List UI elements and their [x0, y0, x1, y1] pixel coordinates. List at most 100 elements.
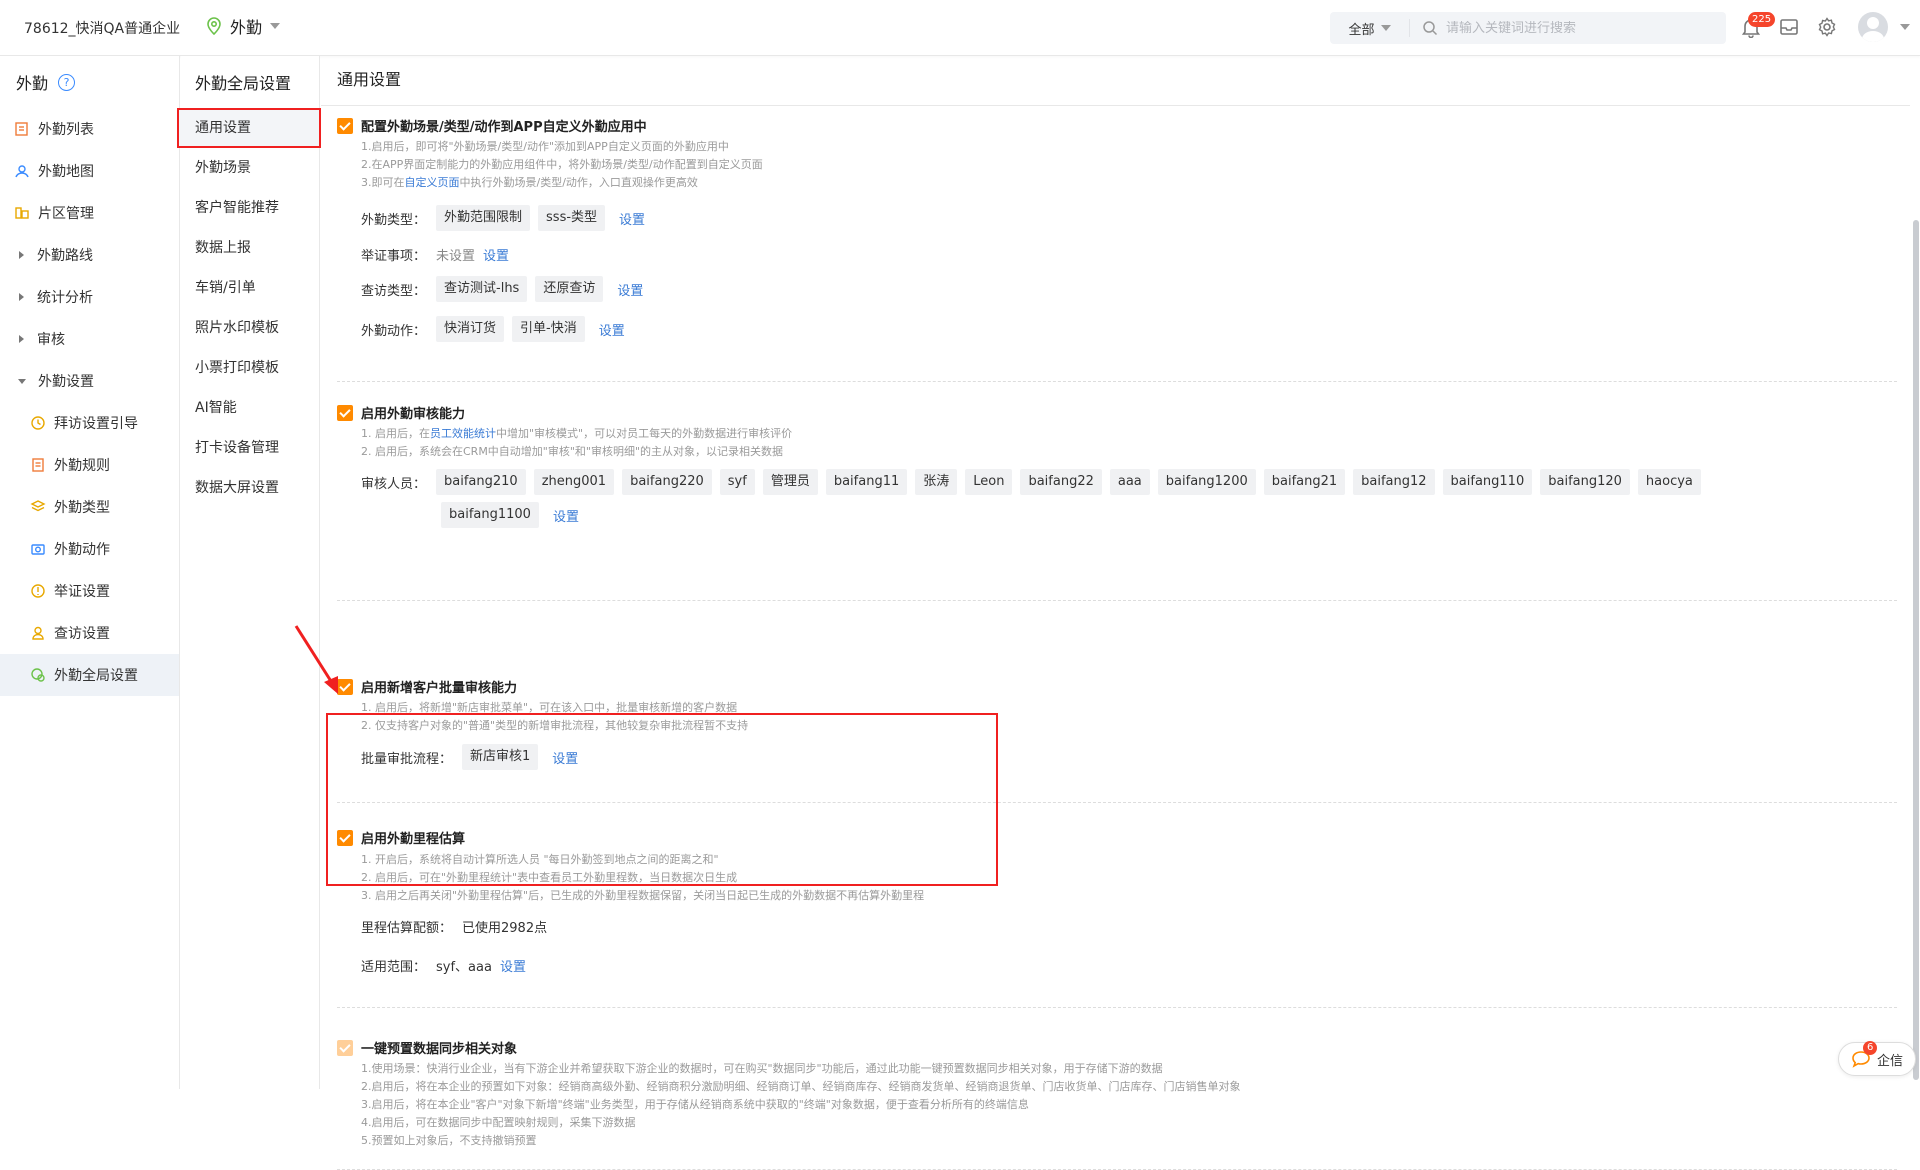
nav-item-statistics[interactable]: 统计分析 — [0, 276, 179, 318]
desc-line: 1. 启用后，在员工效能统计中增加"审核模式"，可以对员工每天的外勤数据进行审核… — [361, 427, 793, 440]
nav-item-review[interactable]: 审核 — [0, 318, 179, 360]
desc-line: 3.启用后，将在本企业"客户"对象下新增"终端"业务类型，用于存储从经销商系统中… — [361, 1098, 1029, 1111]
notification-bell[interactable]: 225 — [1738, 12, 1776, 40]
desc-line: 1.使用场景：快消行业企业，当有下游企业并希望获取下游企业的数据时，可在购买"数… — [361, 1062, 1163, 1075]
sub-nav-item-ai[interactable]: AI智能 — [181, 388, 319, 428]
scope-set-link[interactable]: 设置 — [500, 956, 526, 975]
reviewer-tag: baifang220 — [622, 469, 712, 495]
tag: 外勤范围限制 — [436, 205, 531, 231]
desc-line: 1.启用后，即可将"外勤场景/类型/动作"添加到APP自定义页面的外勤应用中 — [361, 140, 729, 153]
sub-nav-item-scenes[interactable]: 外勤场景 — [181, 148, 319, 188]
list-icon — [15, 122, 28, 136]
staff-efficiency-link[interactable]: 员工效能统计 — [430, 427, 496, 440]
reviewer-tag: aaa — [1109, 469, 1150, 495]
desc-line: 3.即可在自定义页面中执行外勤场景/类型/动作，入口直观操作更高效 — [361, 176, 698, 189]
nav-item-evidence-settings[interactable]: 举证设置 — [0, 570, 179, 612]
reviewer-tag: 管理员 — [762, 469, 818, 495]
scope-label: 适用范围： — [361, 960, 427, 975]
nav-item-inspection-settings[interactable]: 查访设置 — [0, 612, 179, 654]
search-icon[interactable] — [1422, 20, 1438, 36]
section-title: 一键预置数据同步相关对象 — [361, 1042, 518, 1057]
nav-item-field-settings[interactable]: 外勤设置 — [0, 360, 179, 402]
evidence-set-link[interactable]: 设置 — [483, 245, 509, 264]
reviewer-tag: baifang11 — [825, 469, 908, 495]
data-sync-checkbox[interactable] — [337, 1039, 353, 1056]
settings-button[interactable] — [1814, 14, 1840, 40]
reviewer-tag: haocya — [1637, 469, 1701, 495]
inbox-button[interactable] — [1776, 14, 1802, 40]
qixin-label: 企信 — [1876, 1053, 1903, 1069]
caret-right-icon — [19, 293, 24, 301]
nav-item-field-types[interactable]: 外勤类型 — [0, 486, 179, 528]
top-bar: 78612_快消QA普通企业 外勤 全部 225 — [0, 0, 1920, 56]
layers-icon — [30, 500, 46, 512]
reviewer-tag: syf — [719, 469, 755, 495]
tag: 快消订货 — [436, 316, 505, 342]
section-app-config: 配置外勤场景/类型/动作到APP自定义外勤应用中 1.启用后，即可将"外勤场景/… — [337, 110, 1897, 382]
sub-nav-item-data-report[interactable]: 数据上报 — [181, 228, 319, 268]
nav-item-field-map[interactable]: 外勤地图 — [0, 150, 179, 192]
evidence-icon — [31, 584, 45, 598]
scope-value: syf、aaa — [436, 960, 492, 975]
reviewer-list: 审核人员： baifang210 zheng001 baifang220 syf… — [337, 469, 1707, 528]
field-action-label: 外勤动作： — [361, 323, 427, 339]
search-input[interactable] — [1446, 20, 1706, 36]
caret-right-icon — [19, 335, 24, 343]
desc-line: 3. 启用之后再关闭"外勤里程估算"后，已生成的外勤里程数据保留，关闭当日起已生… — [361, 889, 925, 902]
clock-icon — [31, 416, 45, 430]
global-settings-icon — [31, 668, 45, 682]
nav-item-field-list[interactable]: 外勤列表 — [0, 108, 179, 150]
reviewer-tag: baifang1100 — [441, 502, 539, 528]
sub-nav: 外勤全局设置 通用设置 外勤场景 客户智能推荐 数据上报 车销/引单 照片水印模… — [177, 56, 321, 1089]
sub-nav-item-receipt-template[interactable]: 小票打印模板 — [181, 348, 319, 388]
main-panel: 通用设置 配置外勤场景/类型/动作到APP自定义外勤应用中 1.启用后，即可将"… — [321, 56, 1910, 1170]
reviewer-tag: baifang1200 — [1157, 469, 1256, 495]
sub-nav-item-dashboard[interactable]: 数据大屏设置 — [181, 468, 319, 508]
nav-item-global-settings[interactable]: 外勤全局设置 — [0, 654, 179, 696]
section-title: 启用新增客户批量审核能力 — [361, 681, 518, 696]
chevron-down-icon[interactable] — [1900, 24, 1910, 30]
quota-label: 里程估算配额： — [361, 921, 453, 936]
nav-item-field-route[interactable]: 外勤路线 — [0, 234, 179, 276]
section-title: 启用外勤审核能力 — [361, 407, 466, 422]
reviewer-tag: baifang12 — [1353, 469, 1435, 495]
app-switcher[interactable]: 外勤 — [206, 14, 281, 38]
reviewer-tag: Leon — [965, 469, 1013, 495]
desc-line: 2. 启用后，系统会在CRM中自动增加"审核"和"审核明细"的主从对象，以记录相… — [361, 445, 784, 458]
reviewer-tag: baifang21 — [1263, 469, 1346, 495]
field-action-set-link[interactable]: 设置 — [599, 320, 625, 339]
nav-item-visit-guide[interactable]: 拜访设置引导 — [0, 402, 179, 444]
tag: 查访测试-lhs — [436, 276, 528, 302]
help-icon[interactable]: ? — [58, 73, 76, 91]
app-name: 外勤 — [230, 18, 263, 37]
avatar[interactable] — [1858, 12, 1888, 42]
search-scope-select[interactable]: 全部 — [1330, 19, 1410, 38]
qixin-chat-button[interactable]: 6 企信 — [1838, 1041, 1916, 1076]
nav-item-area-management[interactable]: 片区管理 — [0, 192, 179, 234]
document-icon — [32, 458, 44, 472]
highlight-box — [326, 713, 998, 886]
caret-down-icon — [18, 378, 26, 384]
quota-value: 已使用2982点 — [462, 921, 548, 936]
sub-nav-item-clock-devices[interactable]: 打卡设备管理 — [181, 428, 319, 468]
user-icon — [32, 626, 44, 640]
sub-nav-item-van-sales[interactable]: 车销/引单 — [181, 268, 319, 308]
nav-item-field-rules[interactable]: 外勤规则 — [0, 444, 179, 486]
sub-nav-item-photo-watermark[interactable]: 照片水印模板 — [181, 308, 319, 348]
review-checkbox[interactable] — [337, 404, 353, 421]
reviewer-tag: zheng001 — [533, 469, 615, 495]
reviewer-set-link[interactable]: 设置 — [553, 506, 579, 525]
visit-type-set-link[interactable]: 设置 — [617, 280, 643, 299]
app-config-checkbox[interactable] — [337, 117, 353, 134]
sub-nav-item-general[interactable]: 通用设置 — [177, 108, 321, 148]
custom-page-link[interactable]: 自定义页面 — [405, 176, 460, 189]
scrollbar[interactable] — [1913, 220, 1919, 1080]
field-type-set-link[interactable]: 设置 — [619, 209, 645, 228]
company-name[interactable]: 78612_快消QA普通企业 — [24, 18, 180, 38]
reviewer-tag: baifang110 — [1442, 469, 1533, 495]
reviewer-tag: 张涛 — [915, 469, 958, 495]
sub-nav-item-customer-recommend[interactable]: 客户智能推荐 — [181, 188, 319, 228]
nav-item-field-actions[interactable]: 外勤动作 — [0, 528, 179, 570]
caret-right-icon — [19, 251, 24, 259]
tag: 引单-快消 — [512, 316, 585, 342]
